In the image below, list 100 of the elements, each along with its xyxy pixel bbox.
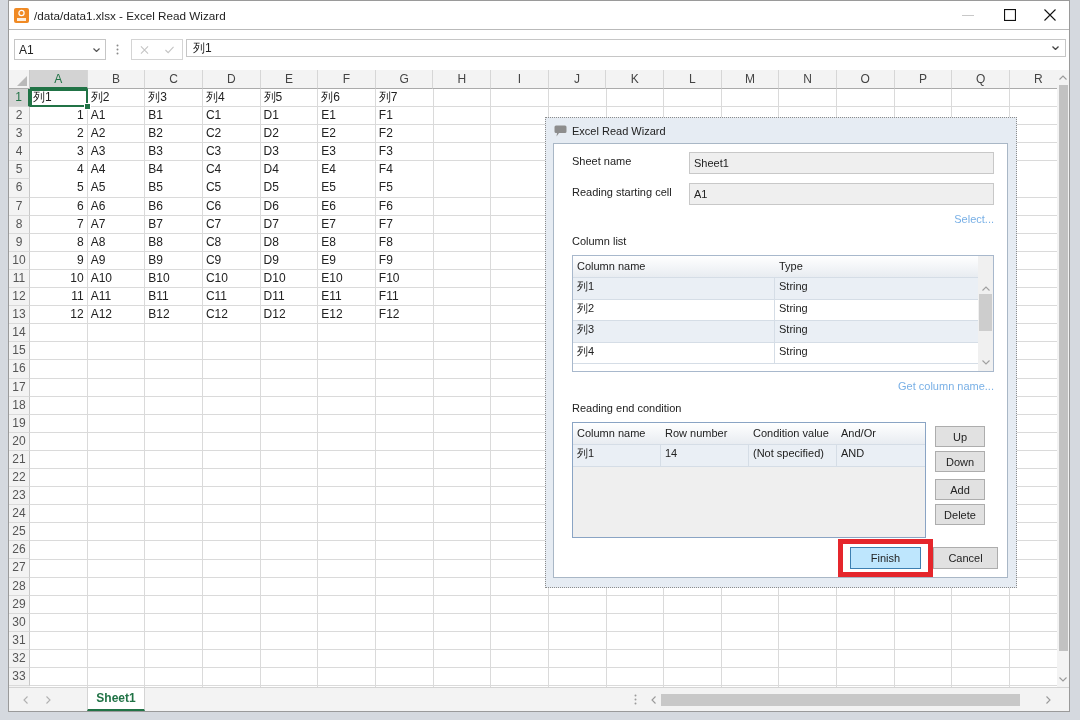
cell[interactable]: E1: [318, 107, 376, 126]
cell[interactable]: E5: [318, 179, 376, 198]
cell[interactable]: F9: [375, 251, 434, 270]
row-header[interactable]: 26: [9, 541, 30, 560]
cell[interactable]: C1: [202, 107, 261, 126]
cell[interactable]: C11: [202, 288, 261, 307]
cell[interactable]: F12: [375, 306, 434, 325]
cell[interactable]: A1: [87, 107, 146, 126]
cell[interactable]: D11: [260, 288, 319, 307]
cell[interactable]: E9: [318, 251, 376, 270]
row-header[interactable]: 3: [9, 125, 30, 144]
cell[interactable]: B9: [145, 251, 203, 270]
table-cell[interactable]: 列2: [573, 299, 775, 320]
chevron-right-icon[interactable]: [46, 695, 51, 704]
scrollbar-thumb[interactable]: [979, 294, 992, 331]
cell[interactable]: B4: [145, 161, 203, 180]
table-cell[interactable]: String: [775, 299, 978, 320]
text-field[interactable]: Sheet1: [689, 152, 994, 174]
name-box-field[interactable]: A1: [14, 39, 106, 60]
cell[interactable]: A8: [87, 233, 146, 252]
row-header[interactable]: 5: [9, 161, 30, 180]
vertical-scrollbar[interactable]: [978, 256, 993, 371]
cell[interactable]: A10: [87, 269, 146, 289]
cell[interactable]: D8: [260, 233, 319, 252]
column-header[interactable]: A: [30, 70, 88, 89]
cell[interactable]: E10: [318, 269, 376, 289]
grip-icon[interactable]: [116, 44, 119, 55]
row-header[interactable]: 16: [9, 360, 30, 379]
table-cell[interactable]: String: [775, 342, 978, 363]
vertical-scrollbar[interactable]: [1057, 70, 1069, 687]
chevron-up-icon[interactable]: [1059, 75, 1067, 80]
cell[interactable]: C5: [202, 179, 261, 198]
cell[interactable]: C9: [202, 251, 261, 270]
cell[interactable]: C2: [202, 125, 261, 144]
cell[interactable]: F3: [375, 143, 434, 162]
cell[interactable]: D3: [260, 143, 319, 162]
sheet-tab[interactable]: Sheet1: [87, 688, 145, 711]
cell[interactable]: B5: [145, 179, 203, 198]
cell[interactable]: F10: [375, 269, 434, 289]
select-all-icon[interactable]: [17, 76, 27, 86]
cell[interactable]: 2: [30, 125, 88, 144]
column-header[interactable]: And/Or: [837, 423, 925, 444]
cell[interactable]: B10: [145, 269, 203, 289]
action-button[interactable]: Add: [935, 479, 985, 500]
cell[interactable]: D2: [260, 125, 319, 144]
chevron-right-icon[interactable]: [1046, 695, 1051, 704]
cell[interactable]: D9: [260, 251, 319, 270]
row-header[interactable]: 1: [9, 89, 30, 108]
cell[interactable]: 列4: [202, 89, 261, 108]
table-cell[interactable]: String: [775, 321, 978, 342]
cell[interactable]: D5: [260, 179, 319, 198]
column-header[interactable]: C: [145, 70, 203, 89]
cell[interactable]: 8: [30, 233, 88, 252]
cell[interactable]: F5: [375, 179, 434, 198]
row-header[interactable]: 6: [9, 179, 30, 198]
cell[interactable]: C12: [202, 306, 261, 325]
row-header[interactable]: 23: [9, 487, 30, 506]
cell[interactable]: 列7: [375, 89, 434, 108]
table-cell[interactable]: (Not specified): [749, 445, 837, 466]
cell[interactable]: D7: [260, 215, 319, 234]
cell[interactable]: A6: [87, 197, 146, 216]
chevron-up-icon[interactable]: [981, 286, 990, 291]
table-cell[interactable]: 列1: [573, 278, 775, 299]
cell[interactable]: C6: [202, 197, 261, 216]
cell[interactable]: C3: [202, 143, 261, 162]
row-header[interactable]: 25: [9, 523, 30, 542]
row-header[interactable]: 12: [9, 288, 30, 307]
fill-handle[interactable]: [83, 103, 91, 111]
chevron-down-icon[interactable]: [981, 360, 990, 365]
column-header[interactable]: F: [318, 70, 376, 89]
cell[interactable]: E7: [318, 215, 376, 234]
column-header[interactable]: R: [1009, 70, 1057, 89]
table-cell[interactable]: String: [775, 278, 978, 299]
cell[interactable]: B11: [145, 288, 203, 307]
cell[interactable]: 4: [30, 161, 88, 180]
cell[interactable]: 列5: [260, 89, 319, 108]
column-header[interactable]: L: [664, 70, 722, 89]
scrollbar-thumb[interactable]: [661, 693, 1020, 706]
cell[interactable]: B3: [145, 143, 203, 162]
chevron-left-icon[interactable]: [651, 695, 656, 704]
cell[interactable]: E12: [318, 306, 376, 325]
cell[interactable]: 7: [30, 215, 88, 234]
grip-icon[interactable]: [634, 694, 637, 705]
column-header[interactable]: K: [606, 70, 665, 89]
column-header[interactable]: O: [836, 70, 895, 89]
column-header[interactable]: Type: [775, 256, 978, 277]
cell[interactable]: B6: [145, 197, 203, 216]
column-header[interactable]: G: [375, 70, 434, 89]
cell[interactable]: 12: [30, 306, 88, 325]
cell[interactable]: E6: [318, 197, 376, 216]
cell[interactable]: A12: [87, 306, 146, 325]
row-header[interactable]: 24: [9, 505, 30, 524]
column-header[interactable]: I: [491, 70, 549, 89]
action-button[interactable]: Delete: [935, 504, 985, 525]
cell[interactable]: 列2: [87, 89, 146, 108]
scrollbar-thumb[interactable]: [1058, 85, 1068, 651]
cell[interactable]: A9: [87, 251, 146, 270]
cell[interactable]: F1: [375, 107, 434, 126]
row-header[interactable]: 14: [9, 324, 30, 343]
text-field[interactable]: A1: [689, 183, 994, 205]
